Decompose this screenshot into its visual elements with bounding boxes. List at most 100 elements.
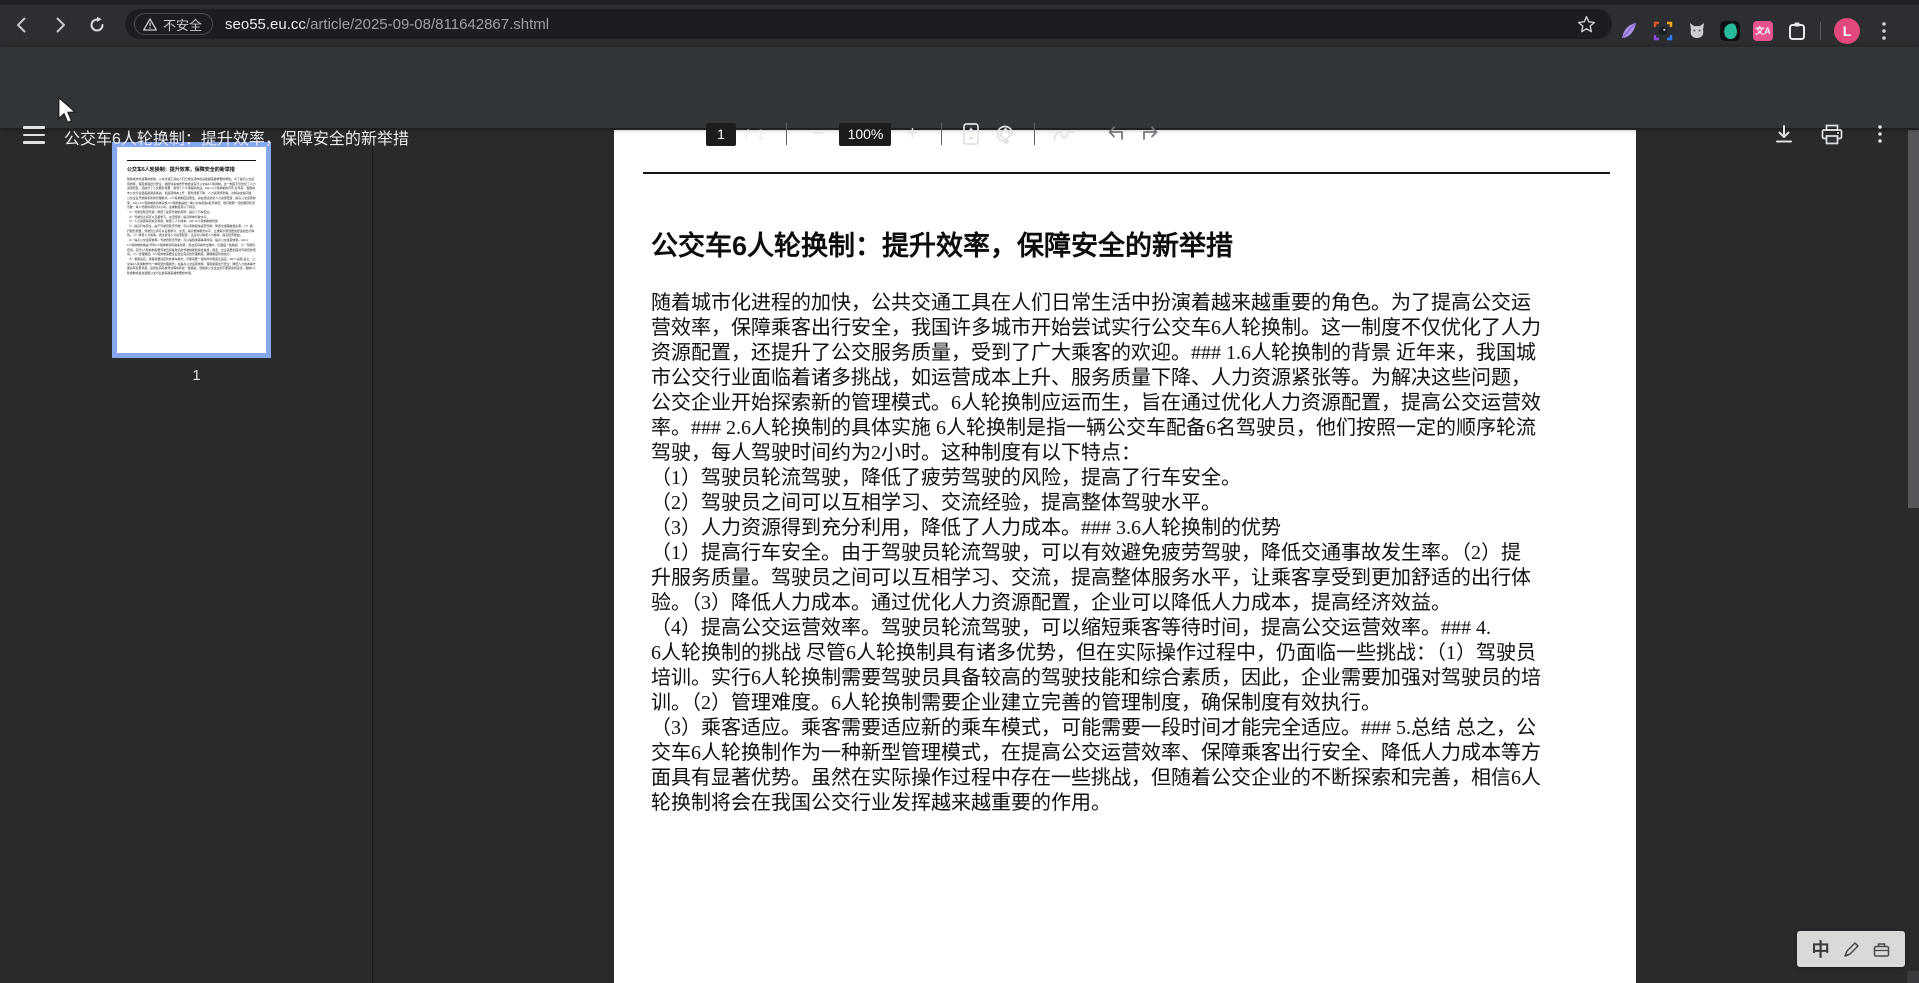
annotate-button[interactable] <box>1047 124 1081 144</box>
screenshot-extension-button[interactable] <box>1652 20 1673 41</box>
hamburger-icon <box>23 126 45 129</box>
cat-extension-button[interactable] <box>1686 20 1707 41</box>
thumbnail-lines: 随着城市化进程的加快，公共交通工具在人们日常生活中扮演着越来越重要的角色。为了提… <box>127 177 256 276</box>
undo-button[interactable] <box>1099 125 1133 143</box>
document-body: 随着城市化进程的加快，公共交通工具在人们日常生活中扮演着越来越重要的角色。为了提… <box>651 291 1610 816</box>
document-top-rule <box>643 172 1610 174</box>
zoom-out-button[interactable]: − <box>803 123 833 145</box>
reload-button[interactable] <box>81 9 113 41</box>
thumbnail-text-line: （3）乘客适应。乘客需要适应新的乘车模式，可能需要一段时间才能完全适应。### … <box>127 256 255 261</box>
fit-page-button[interactable] <box>954 123 988 145</box>
document-line: （3）人力资源得到充分利用，降低了人力成本。### 3.6人轮换制的优势 <box>651 517 1281 539</box>
print-icon <box>1821 124 1843 144</box>
undo-icon <box>1109 126 1124 140</box>
page-number-input[interactable]: 1 <box>706 122 736 146</box>
thumbnail-page-label: 1 <box>192 367 201 384</box>
bookmark-button[interactable] <box>1577 15 1596 39</box>
document-line: 升服务质量。驾驶员之间可以互相学习、交流，提高整体服务水平，让乘客享受到更加舒适… <box>651 567 1531 589</box>
browser-toolbar: 不安全 seo55.eu.cc/article/2025-09-08/81164… <box>0 5 1919 46</box>
download-icon <box>1776 125 1792 143</box>
address-bar[interactable]: 不安全 seo55.eu.cc/article/2025-09-08/81164… <box>125 9 1612 39</box>
back-button[interactable] <box>6 9 38 41</box>
fit-page-icon <box>963 123 980 145</box>
clipboard-icon <box>1788 22 1805 40</box>
pdf-page: 公交车6人轮换制：提升效率，保障安全的新举措 随着城市化进程的加快，公共交通工具… <box>614 130 1636 983</box>
scrollbar-thumb[interactable] <box>1908 130 1919 508</box>
feather-extension-button[interactable] <box>1618 20 1639 41</box>
download-button[interactable] <box>1767 124 1801 144</box>
extensions-menu-button[interactable] <box>1786 20 1807 41</box>
url-domain: seo55.eu.cc <box>225 15 306 33</box>
security-chip[interactable]: 不安全 <box>134 13 214 35</box>
ime-pen-icon[interactable] <box>1843 941 1860 958</box>
toolbar-separator <box>786 123 788 145</box>
document-line: 轮换制将会在我国公交行业发挥越来越重要的作用。 <box>651 792 1111 814</box>
back-arrow-icon <box>17 17 26 33</box>
thumbnail-text-line: 公交企业开始探索新的管理模式。6人轮换制应运而生，旨在通过优化人力资源配置，提高… <box>127 195 256 200</box>
screenshot-frame-icon <box>1653 21 1672 40</box>
zoom-level-value: 100% <box>847 126 884 142</box>
warning-triangle-icon <box>143 17 157 31</box>
page-number-value: 1 <box>717 126 725 142</box>
page-thumbnail[interactable]: 公交车6人轮换制：提升效率，保障安全的新举措 随着城市化进程的加快，公共交通工具… <box>112 142 271 358</box>
document-line: 面具有显著优势。虽然在实际操作过程中存在一些挑战，但随着公交企业的不断探索和完善… <box>651 767 1541 789</box>
pdf-viewer-area: 公交车6人轮换制：提升效率，保障安全的新举措 随着城市化进程的加快，公共交通工具… <box>0 128 1919 983</box>
forward-button[interactable] <box>44 9 76 41</box>
dark-extension-button[interactable] <box>1720 20 1740 41</box>
bookmark-star-icon <box>1577 15 1596 33</box>
ime-toolbox-icon[interactable] <box>1873 941 1890 958</box>
forward-arrow-icon <box>56 17 65 33</box>
zoom-level-input[interactable]: 100% <box>839 122 892 146</box>
security-chip-label: 不安全 <box>163 17 203 33</box>
toolbar-separator <box>941 123 943 145</box>
print-button[interactable] <box>1815 124 1849 145</box>
document-line: 6人轮换制的挑战 尽管6人轮换制具有诸多优势，但在实际操作过程中，仍面临一些挑战… <box>651 642 1536 664</box>
document-line: 资源配置，还提升了公交服务质量，受到了广大乘客的欢迎。### 1.6人轮换制的背… <box>651 342 1536 364</box>
document-line: 市公交行业面临着诸多挑战，如运营成本上升、服务质量下降、人力资源紧张等。为解决这… <box>651 367 1531 389</box>
redo-button[interactable] <box>1133 125 1167 143</box>
toolbar-separator <box>1820 21 1821 40</box>
browser-menu-button[interactable] <box>1873 20 1894 41</box>
ime-toolbar[interactable]: 中 <box>1797 931 1905 967</box>
document-line: 公交企业开始探索新的管理模式。6人轮换制应运而生，旨在通过优化人力资源配置，提高… <box>651 392 1541 414</box>
thumbnail-text-line: 轮换制将会在我国公交行业发挥越来越重要的作用。 <box>127 271 194 276</box>
reload-icon <box>90 16 104 32</box>
profile-avatar[interactable]: L <box>1834 17 1860 44</box>
toolbar-separator <box>1034 123 1036 145</box>
document-title: 公交车6人轮换制：提升效率，保障安全的新举措 <box>651 231 1234 261</box>
pdf-center-controls: 1 / 1 − 100% + <box>706 111 1167 157</box>
pdf-right-controls <box>1767 111 1897 157</box>
url-path: /article/2025-09-08/811642867.shtml <box>305 15 550 33</box>
feather-icon <box>1621 22 1636 38</box>
rotate-button[interactable] <box>988 123 1022 145</box>
translate-extension-button[interactable]: 文A <box>1753 20 1773 41</box>
screen: 不安全 seo55.eu.cc/article/2025-09-08/81164… <box>0 0 1919 983</box>
thumbnail-title: 公交车6人轮换制：提升效率，保障安全的新举措 <box>127 167 235 173</box>
document-line: 营效率，保障乘客出行安全，我国许多城市开始尝试实行公交车6人轮换制。这一制度不仅… <box>651 317 1541 339</box>
thumbnail-preview: 公交车6人轮换制：提升效率，保障安全的新举措 随着城市化进程的加快，公共交通工具… <box>117 147 266 276</box>
toolbar-document-title: 公交车6人轮换制：提升效率，保障安全的新举措 <box>64 131 409 148</box>
mouse-cursor <box>57 96 78 124</box>
translate-icon: 文A <box>1755 26 1771 36</box>
document-line: 驾驶，每人驾驶时间约为2小时。这种制度有以下特点： <box>651 442 1141 464</box>
document-line: 培训。实行6人轮换制需要驾驶员具备较高的驾驶技能和综合素质，因此，企业需要加强对… <box>651 667 1541 689</box>
redo-icon <box>1143 126 1158 140</box>
page-total-label: / 1 <box>745 126 765 142</box>
teal-blob-icon <box>1722 22 1739 40</box>
rotate-icon <box>997 125 1014 145</box>
document-line: （3）乘客适应。乘客需要适应新的乘车模式，可能需要一段时间才能完全适应。### … <box>651 717 1536 739</box>
thumbnail-text-line: 6人轮换制的挑战 尽管6人轮换制具有诸多优势，但在实际操作过程中，仍面临一些挑战… <box>127 242 255 247</box>
document-line: 训。（2）管理难度。6人轮换制需要企业建立完善的管理制度，确保制度有效执行。 <box>651 692 1381 714</box>
extensions-row: 文A L <box>1618 10 1919 51</box>
sidebar-toggle-button[interactable] <box>20 120 48 148</box>
zoom-in-button[interactable]: + <box>897 123 927 145</box>
ime-language-indicator[interactable]: 中 <box>1812 936 1830 962</box>
pdf-menu-button[interactable] <box>1863 125 1897 143</box>
document-line: （2）驾驶员之间可以互相学习、交流经验，提高整体驾驶水平。 <box>651 492 1221 514</box>
document-line: （1）提高行车安全。由于驾驶员轮流驾驶，可以有效避免疲劳驾驶，降低交通事故发生率… <box>651 542 1521 564</box>
cat-icon <box>1689 22 1704 38</box>
document-line: （1）驾驶员轮流驾驶，降低了疲劳驾驶的风险，提高了行车安全。 <box>651 467 1241 489</box>
document-line: 随着城市化进程的加快，公共交通工具在人们日常生活中扮演着越来越重要的角色。为了提… <box>651 292 1531 314</box>
scrollbar-corner <box>1907 971 1919 983</box>
kebab-menu-icon <box>1881 21 1886 40</box>
